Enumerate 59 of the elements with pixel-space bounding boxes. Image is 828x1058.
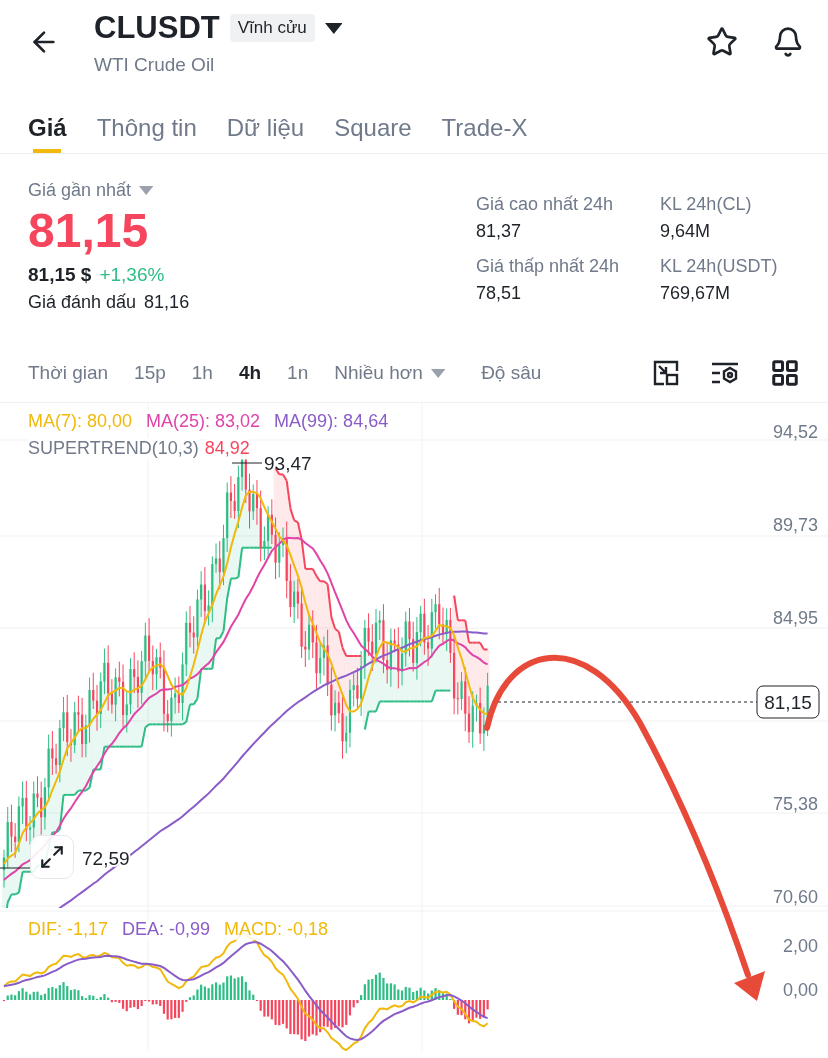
interval-option[interactable]: 1h <box>191 362 213 384</box>
symbol-title: CLUSDT <box>94 10 220 46</box>
tab[interactable]: Giá <box>28 92 67 153</box>
more-intervals-dropdown[interactable]: Nhiều hơn <box>334 362 446 384</box>
stat-value: 9,64M <box>660 221 712 242</box>
tab[interactable]: Square <box>334 92 412 153</box>
moving-average-legend: MA(7): 80,00 <box>28 411 133 432</box>
macd-legend: DEA: -0,99 <box>122 919 211 940</box>
low-price-label: 72,59 <box>82 848 130 869</box>
stat-label: Giá thấp nhất 24h <box>476 256 621 277</box>
macd-legend: MACD: -0,18 <box>224 919 329 940</box>
expand-icon <box>39 844 65 870</box>
interval-option[interactable]: 1n <box>287 362 309 384</box>
price-change: +1,36% <box>99 264 165 286</box>
macd-axis-label: 2,00 <box>782 936 818 956</box>
stat-value: 769,67M <box>660 283 732 304</box>
mark-price-label: Giá đánh dấu <box>28 292 137 313</box>
price-axis-label: 94,52 <box>772 422 818 442</box>
symbol-dropdown-button[interactable] <box>324 22 343 34</box>
favorite-star-icon[interactable] <box>706 26 738 58</box>
interval-option[interactable]: 4h <box>238 362 262 384</box>
caret-icon <box>430 368 446 378</box>
bell-icon[interactable] <box>772 26 804 58</box>
stat-label: KL 24h(USDT) <box>660 256 779 277</box>
price-axis-label: 75,38 <box>772 794 818 814</box>
last-price-label: Giá gần nhất <box>28 180 132 201</box>
moving-average-legend: MA(99): 84,64 <box>274 411 389 432</box>
last-price: 81,15 <box>28 203 150 258</box>
window-arrow-icon[interactable] <box>652 358 680 388</box>
last-price-tag: 81,15 <box>756 685 820 719</box>
interval-option[interactable]: Thời gian <box>28 362 109 384</box>
moving-average-legend: MA(25): 83,02 <box>146 411 261 432</box>
price-axis-label: 70,60 <box>772 887 818 907</box>
price-axis-label: 84,95 <box>772 608 818 628</box>
caret-icon <box>139 186 154 195</box>
usd-price: 81,15 $ <box>28 264 92 286</box>
tab[interactable]: Trade-X <box>441 92 528 153</box>
mark-price: 81,16 <box>144 292 190 313</box>
high-marker-line <box>231 462 263 464</box>
supertrend-value: 84,92 <box>204 438 250 459</box>
caret-icon <box>324 22 343 34</box>
grid-icon[interactable] <box>770 358 800 388</box>
high-price-label: 93,47 <box>264 453 312 474</box>
instrument-name: WTI Crude Oil <box>94 54 216 76</box>
stat-value: 81,37 <box>476 221 523 242</box>
price-axis-label: 89,73 <box>772 515 818 535</box>
stat-value: 78,51 <box>476 283 523 304</box>
interval-option[interactable]: Độ sâu <box>481 362 542 384</box>
contract-type-tag: Vĩnh cửu <box>229 14 315 42</box>
interval-option[interactable]: 15p <box>134 362 166 384</box>
supertrend-label: SUPERTREND(10,3) <box>28 438 199 459</box>
tab[interactable]: Thông tin <box>96 92 197 153</box>
low-marker-line <box>0 867 31 869</box>
expand-button[interactable] <box>30 835 74 879</box>
tab[interactable]: Dữ liệu <box>226 92 305 153</box>
macd-legend: DIF: -1,17 <box>28 919 109 940</box>
macd-axis-label: 0,00 <box>782 980 818 1000</box>
stat-label: Giá cao nhất 24h <box>476 194 615 215</box>
stat-label: KL 24h(CL) <box>660 194 753 215</box>
